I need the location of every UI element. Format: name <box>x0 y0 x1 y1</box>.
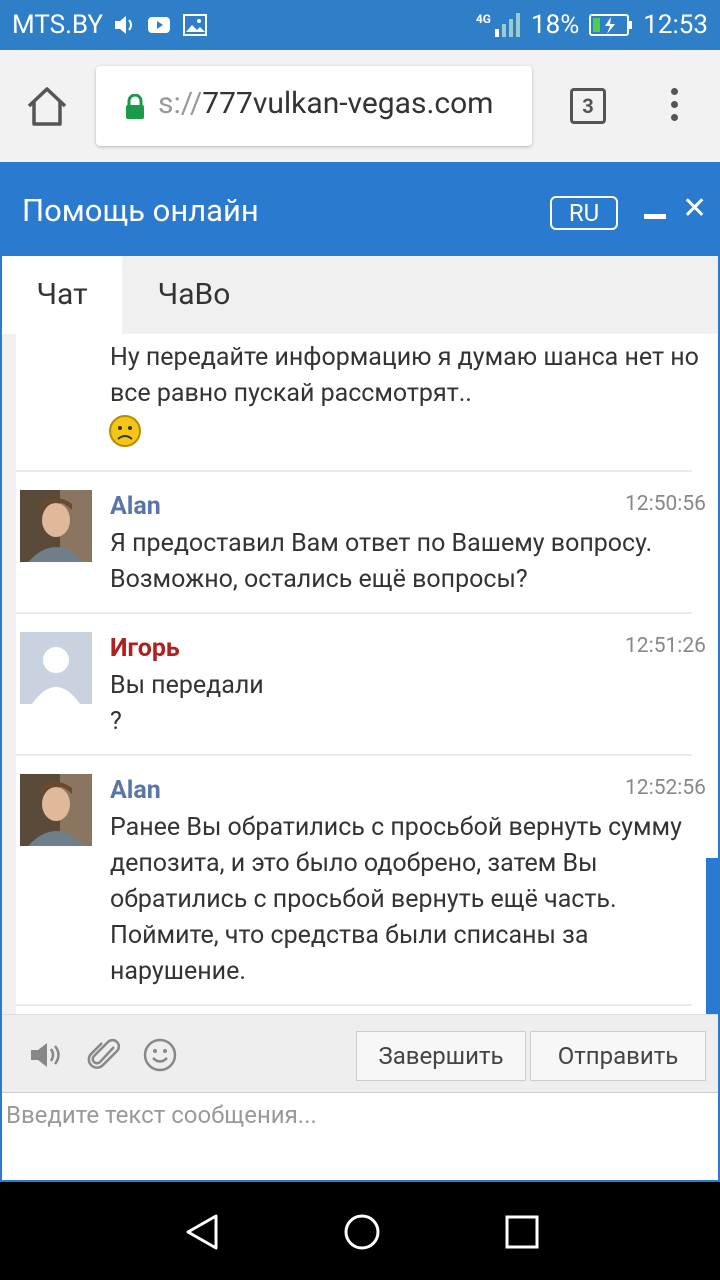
signal-icon <box>494 13 520 37</box>
send-button[interactable]: Отправить <box>530 1031 706 1081</box>
message-divider <box>16 612 692 614</box>
tab-chat[interactable]: Чат <box>2 256 122 334</box>
url-text: s://777vulkan-vegas.com <box>158 86 524 121</box>
youtube-icon <box>148 17 170 33</box>
chat-widget: Помощь онлайн RU ✕ Чат ЧаВо Ну передайте… <box>0 162 720 1182</box>
volume-icon <box>115 16 132 34</box>
home-icon[interactable] <box>24 84 70 130</box>
attach-icon[interactable] <box>86 1037 124 1073</box>
chat-tabs: Чат ЧаВо <box>2 256 718 334</box>
message-divider <box>16 1004 692 1006</box>
message-input[interactable] <box>2 1093 716 1179</box>
recents-icon[interactable] <box>502 1212 542 1252</box>
finish-chat-button[interactable]: Завершить <box>356 1031 526 1081</box>
back-icon[interactable] <box>182 1212 222 1252</box>
clock: 12:53 <box>643 10 708 40</box>
overflow-menu-icon[interactable] <box>664 88 684 128</box>
battery-charging-icon <box>589 14 633 36</box>
message-text: Вы передали ? <box>110 668 700 740</box>
language-button[interactable]: RU <box>550 196 618 230</box>
message-text: Ну передайте информацию я думаю шанса не… <box>110 343 699 408</box>
message-list[interactable]: Ну передайте информацию я думаю шанса не… <box>16 334 706 1014</box>
message-line: ? <box>110 707 122 736</box>
avatar <box>20 774 92 846</box>
message-time: 12:52:56 <box>625 776 706 800</box>
emoji-icon[interactable] <box>142 1037 180 1073</box>
url-scheme: s:// <box>158 86 203 121</box>
message-text: Я предоставил Вам ответ по Вашему вопрос… <box>110 529 653 594</box>
status-bar: MTS.BY 4G 18% 12:53 <box>0 0 720 50</box>
close-icon[interactable]: ✕ <box>682 194 707 224</box>
message-author: Alan <box>110 776 161 805</box>
avatar <box>20 490 92 562</box>
network-type: 4G <box>475 12 491 26</box>
chat-toolbar: Завершить Отправить <box>2 1014 718 1092</box>
speaker-icon[interactable] <box>28 1037 66 1073</box>
home-nav-icon[interactable] <box>342 1212 382 1252</box>
message-time: 12:51:26 <box>625 634 706 658</box>
message-author: Alan <box>110 492 161 521</box>
browser-toolbar: s://777vulkan-vegas.com 3 <box>0 50 720 162</box>
tab-faq[interactable]: ЧаВо <box>124 256 264 334</box>
message-input-area <box>2 1092 718 1180</box>
battery-percent: 18% <box>530 10 580 40</box>
system-nav-bar <box>0 1182 720 1280</box>
message-author: Игорь <box>110 634 180 663</box>
gallery-icon <box>183 14 207 36</box>
chat-header: Помощь онлайн RU ✕ <box>2 164 718 256</box>
scrollbar-thumb[interactable] <box>706 858 718 1014</box>
minimize-icon[interactable] <box>644 214 666 219</box>
tab-switcher-button[interactable]: 3 <box>570 88 606 124</box>
address-bar[interactable]: s://777vulkan-vegas.com <box>96 66 532 146</box>
sad-face-icon <box>109 415 141 447</box>
message-line: Вы передали <box>110 671 264 700</box>
carrier-name: MTS.BY <box>12 10 104 40</box>
avatar <box>20 632 92 704</box>
chat-title: Помощь онлайн <box>22 192 259 229</box>
lock-icon <box>126 94 144 119</box>
message-time: 12:50:56 <box>625 492 706 516</box>
message-divider <box>16 754 692 756</box>
message-divider <box>16 470 692 472</box>
url-domain: 777vulkan-vegas.com <box>202 86 494 121</box>
message-text: Ранее Вы обратились с просьбой вернуть с… <box>110 813 682 986</box>
